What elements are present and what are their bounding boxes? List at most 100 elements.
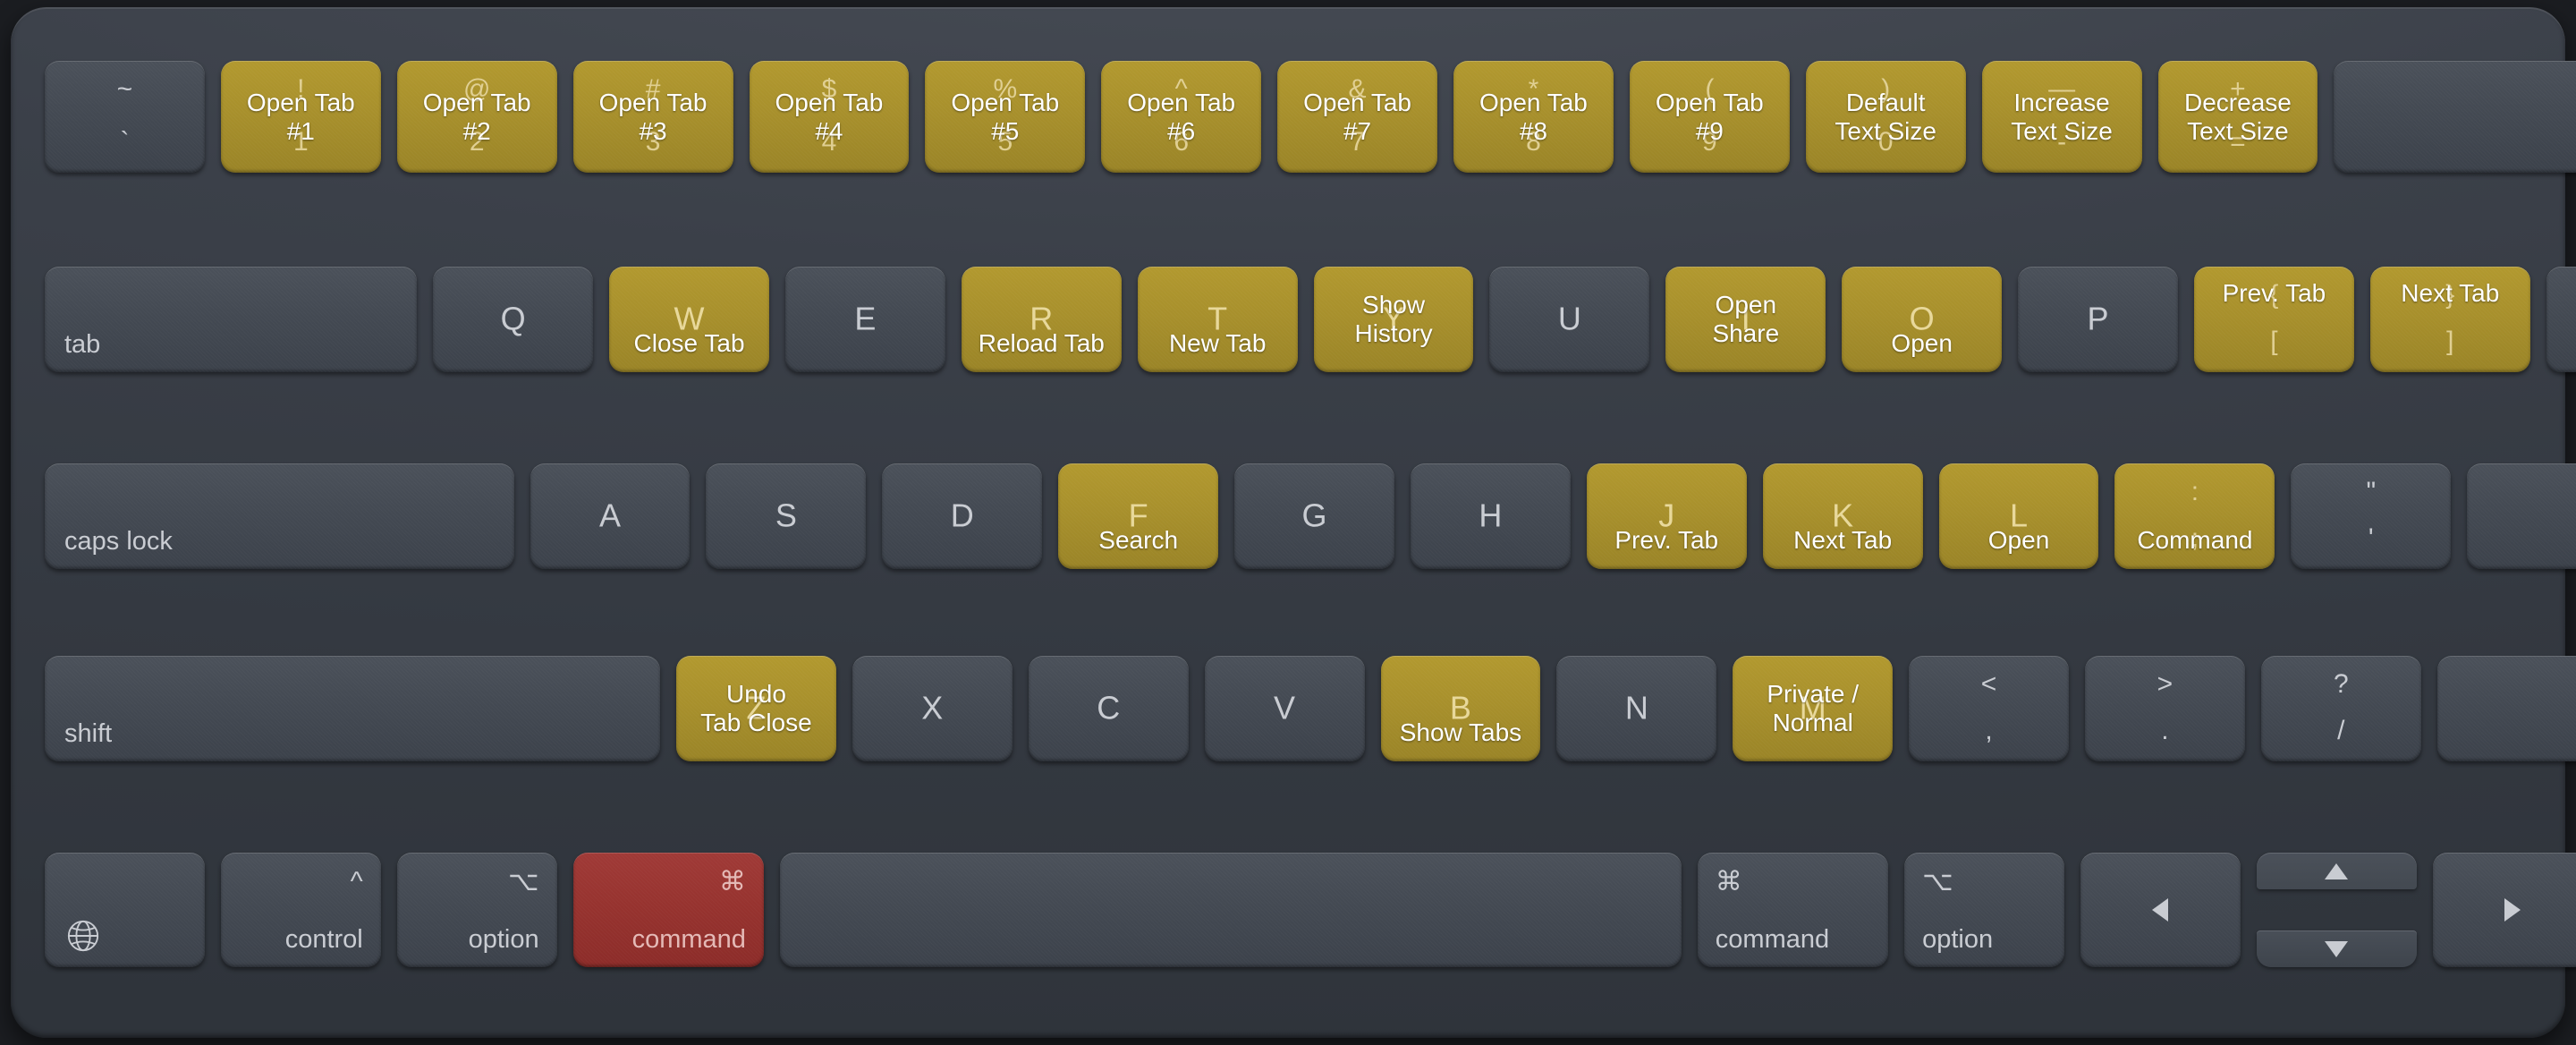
key-slash[interactable]: ? / xyxy=(2260,656,2421,761)
key-arrow-left[interactable] xyxy=(2080,853,2241,967)
key-key-r[interactable]: R Reload Tab xyxy=(961,267,1122,372)
key-backslash[interactable]: |\ xyxy=(2546,267,2576,372)
key-key-i[interactable]: I Open Share xyxy=(1665,267,1826,372)
key-bracket-right[interactable]: }] Next Tab xyxy=(2369,267,2530,372)
key-arrow-updown[interactable] xyxy=(2256,853,2417,967)
key-delete[interactable]: delete xyxy=(2334,61,2576,173)
key-key-v[interactable]: V xyxy=(1204,656,1365,761)
keycap-legend: W xyxy=(674,300,705,337)
key-digit-6[interactable]: ^ 6 Open Tab #6 xyxy=(1101,61,1262,173)
key-caps-lock[interactable]: caps lock xyxy=(45,463,514,569)
key-comma[interactable]: <, xyxy=(1909,656,2069,761)
key-key-s[interactable]: S xyxy=(706,463,867,569)
arrow-left-icon xyxy=(2152,898,2169,922)
key-digit-1[interactable]: ! 1 Open Tab #1 xyxy=(220,61,381,173)
key-option-left[interactable]: ⌥ option xyxy=(396,853,557,967)
key-command-right[interactable]: ⌘ command xyxy=(1697,853,1889,967)
keycap-legend: G xyxy=(1301,497,1327,534)
key-digit-3[interactable]: #3 Open Tab #3 xyxy=(572,61,733,173)
modifier-symbol-icon: ⌘ xyxy=(718,867,746,896)
key-control[interactable]: ^ control xyxy=(220,853,381,967)
keycap-legend-lower: 2 xyxy=(469,127,485,157)
key-key-m[interactable]: M Private / Normal xyxy=(1733,656,1894,761)
keycap-legend: M xyxy=(1799,689,1826,726)
key-digit-9[interactable]: (9 Open Tab #9 xyxy=(1629,61,1790,173)
key-return[interactable]: return xyxy=(2467,463,2576,569)
key-digit-5[interactable]: % 5 Open Tab #5 xyxy=(925,61,1086,173)
keycap-legend-upper: < xyxy=(1980,669,1997,699)
key-key-p[interactable]: P xyxy=(2018,267,2178,372)
key-key-h[interactable]: H xyxy=(1410,463,1571,569)
keycap-legend: ^ 6 xyxy=(1101,61,1261,173)
key-key-e[interactable]: E xyxy=(784,267,945,372)
key-key-k[interactable]: K Next Tab xyxy=(1762,463,1923,569)
key-quote[interactable]: " ' xyxy=(2291,463,2452,569)
keycap-legend: J xyxy=(1658,497,1675,534)
key-key-g[interactable]: G xyxy=(1234,463,1394,569)
keycap-legend: |\ xyxy=(2546,267,2576,372)
key-command-left[interactable]: ⌘ command xyxy=(572,853,764,967)
key-equal[interactable]: + = Decrease Text Size xyxy=(2157,61,2318,173)
keycap-legend-upper: : xyxy=(2190,477,2199,506)
key-globe[interactable] xyxy=(45,853,205,967)
key-key-l[interactable]: L Open xyxy=(1938,463,2099,569)
keycap-legend-upper: ) xyxy=(1881,74,1891,104)
key-key-z[interactable]: Z Undo Tab Close xyxy=(676,656,836,761)
key-digit-2[interactable]: @2 Open Tab #2 xyxy=(396,61,557,173)
modifier-symbol-icon: ⌥ xyxy=(1922,867,1953,896)
keycap-legend: + = xyxy=(2158,61,2318,173)
key-key-y[interactable]: Y Show History xyxy=(1313,267,1474,372)
keycap-legend-lower: 6 xyxy=(1174,127,1190,157)
key-period[interactable]: >. xyxy=(2085,656,2245,761)
modifier-name: option xyxy=(468,925,539,954)
keycap-legend-upper: " xyxy=(2366,477,2377,506)
key-backtick[interactable]: ~ ` xyxy=(45,61,205,173)
keycap-legend-lower: ' xyxy=(2368,523,2374,553)
key-key-t[interactable]: T New Tab xyxy=(1137,267,1298,372)
key-bracket-left[interactable]: {[Prev. Tab xyxy=(2193,267,2354,372)
key-key-q[interactable]: Q xyxy=(433,267,594,372)
keyboard-deck: ~ `! 1 Open Tab #1 @2 Open Tab #2 #3 Open Tab #3 $4… xyxy=(11,7,2576,1038)
key-arrow-down[interactable] xyxy=(2256,930,2417,967)
key-key-c[interactable]: C xyxy=(1028,656,1189,761)
key-key-w[interactable]: W Close Tab xyxy=(609,267,769,372)
key-key-a[interactable]: A xyxy=(530,463,691,569)
key-tab[interactable]: tab xyxy=(45,267,418,372)
keycap-legend: & 7 xyxy=(1277,61,1437,173)
keycap-legend: P xyxy=(2087,300,2109,337)
modifier-name: command xyxy=(631,925,746,954)
key-arrow-up[interactable] xyxy=(2256,853,2417,889)
key-key-o[interactable]: O Open xyxy=(1842,267,2003,372)
key-digit-8[interactable]: * 8 Open Tab #8 xyxy=(1453,61,1614,173)
key-arrow-right[interactable] xyxy=(2432,853,2576,967)
keycap-legend-upper: # xyxy=(645,74,661,104)
keycap-legend-upper: ? xyxy=(2333,669,2349,699)
key-key-x[interactable]: X xyxy=(852,656,1013,761)
modifier-symbol-icon: ^ xyxy=(350,867,363,896)
key-key-f[interactable]: F Search xyxy=(1058,463,1219,569)
key-key-u[interactable]: U xyxy=(1489,267,1650,372)
keycap-legend: L xyxy=(2010,497,2029,534)
keycap-legend: T xyxy=(1208,300,1228,337)
keyboard-overlay: ~ `! 1 Open Tab #1 @2 Open Tab #2 #3 Open Tab #3 $4… xyxy=(11,7,2576,1038)
key-digit-7[interactable]: & 7 Open Tab #7 xyxy=(1277,61,1437,173)
key-minus[interactable]: — - Increase Text Size xyxy=(1981,61,2142,173)
keycap-legend: ? / xyxy=(2261,656,2421,761)
keycap-legend: ) 0 xyxy=(1806,61,1966,173)
keycap-legend: A xyxy=(599,497,622,534)
key-shift-right[interactable]: shift xyxy=(2436,656,2576,761)
key-key-b[interactable]: B Show Tabs xyxy=(1380,656,1541,761)
keycap-legend: #3 xyxy=(573,61,733,173)
keycap-legend-upper: ( xyxy=(1705,74,1715,104)
key-key-d[interactable]: D xyxy=(882,463,1043,569)
key-key-j[interactable]: J Prev. Tab xyxy=(1586,463,1747,569)
key-shift-left[interactable]: shift xyxy=(45,656,660,761)
key-semicolon[interactable]: :; Command xyxy=(2114,463,2275,569)
keycap-legend-upper: ! xyxy=(297,74,305,104)
key-space[interactable] xyxy=(779,853,1682,967)
key-key-n[interactable]: N xyxy=(1556,656,1717,761)
globe-icon xyxy=(66,919,100,953)
key-digit-4[interactable]: $4 Open Tab #4 xyxy=(749,61,910,173)
key-digit-0[interactable]: ) 0 Default Text Size xyxy=(1805,61,1966,173)
key-option-right[interactable]: ⌥ option xyxy=(1904,853,2064,967)
